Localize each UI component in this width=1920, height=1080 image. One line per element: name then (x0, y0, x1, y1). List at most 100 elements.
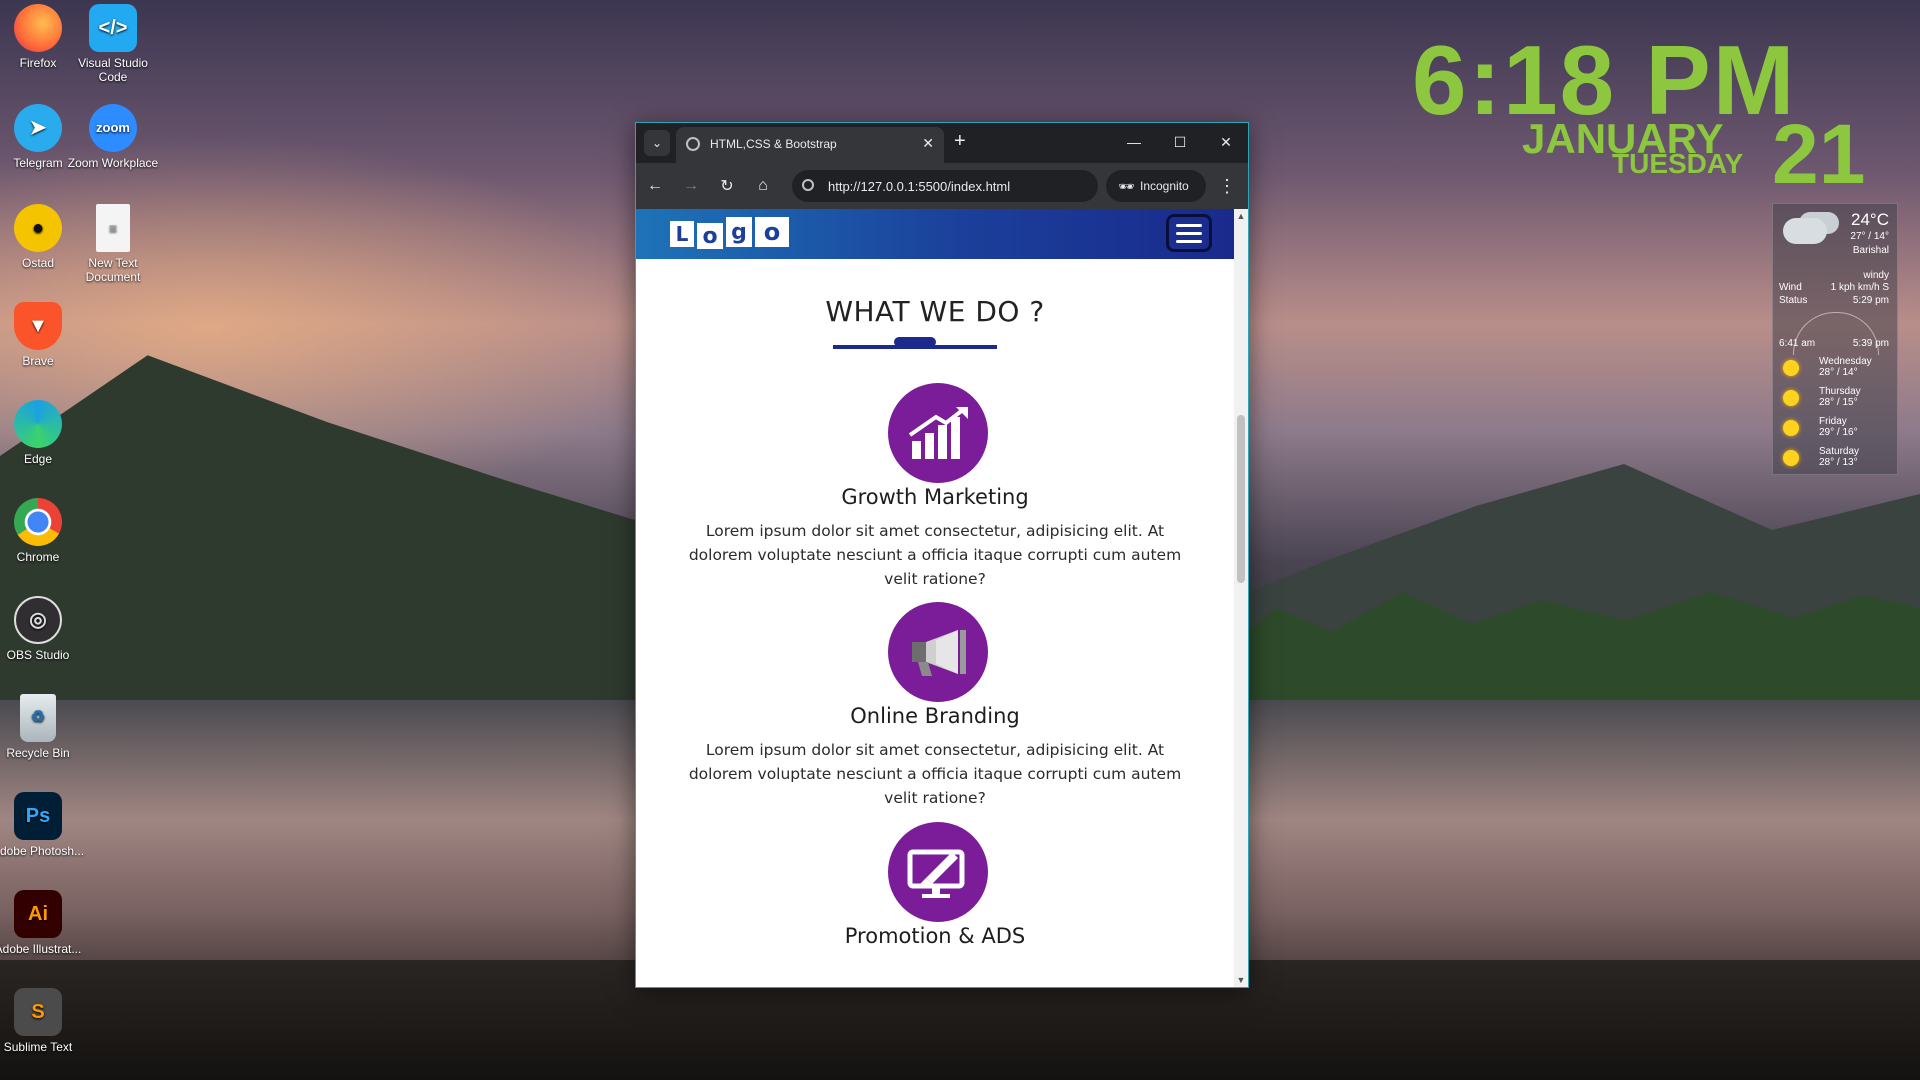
forecast-day: Friday (1819, 416, 1847, 427)
scroll-up-icon[interactable]: ▲ (1234, 209, 1248, 223)
weather-sunset: 5:39 pm (1852, 338, 1889, 349)
globe-icon (686, 137, 700, 151)
forecast-temps: 28° / 14° (1819, 367, 1858, 378)
weather-condition: windy (1863, 270, 1889, 281)
hamburger-icon-bar (1176, 239, 1202, 243)
minimize-button[interactable]: — (1114, 129, 1154, 155)
weather-hilo: 27° / 14° (1850, 231, 1889, 242)
service-description: Lorem ipsum dolor sit amet consectetur, … (688, 522, 1182, 588)
forecast-day: Saturday (1819, 446, 1860, 457)
desktop-icon-recycle-bin[interactable]: ♻ Recycle Bin (0, 694, 86, 760)
forecast-item: Thursday 28° / 15° (1783, 386, 1893, 416)
desktop-icon-chrome[interactable]: Chrome (0, 498, 86, 564)
sublime-icon: S (14, 988, 62, 1036)
browser-toolbar: ← → ↻ ⌂ http://127.0.0.1:5500/index.html… (636, 163, 1248, 209)
reload-button[interactable]: ↻ (714, 173, 740, 199)
clock-date: 21 (1772, 107, 1866, 201)
service-description: Lorem ipsum dolor sit amet consectetur, … (688, 741, 1182, 807)
maximize-button[interactable]: ☐ (1160, 129, 1200, 155)
desktop-icon-illustrator[interactable]: Ai Adobe Illustrat... (0, 890, 86, 956)
browser-window: ⌄ HTML,CSS & Bootstrap ✕ + — ☐ ✕ ← → ↻ ⌂… (635, 122, 1249, 988)
more-vertical-icon: ⋮ (1218, 175, 1236, 196)
hamburger-icon-bar (1176, 231, 1202, 235)
tab-active[interactable]: HTML,CSS & Bootstrap ✕ (676, 127, 944, 163)
forward-button[interactable]: → (678, 173, 704, 199)
desktop-icon-edge[interactable]: Edge (0, 400, 86, 466)
megaphone-icon (888, 602, 988, 702)
close-window-button[interactable]: ✕ (1206, 129, 1246, 155)
illustrator-icon: Ai (14, 890, 62, 938)
desktop-icon-obs[interactable]: ◎ OBS Studio (0, 596, 86, 662)
close-icon: ✕ (1220, 133, 1232, 150)
telegram-icon: ➤ (14, 104, 62, 152)
service-title: Promotion & ADS (844, 924, 1026, 948)
incognito-badge[interactable]: 🕶 Incognito (1106, 170, 1206, 202)
incognito-label: Incognito (1140, 179, 1189, 193)
forecast-item: Saturday 28° / 13° (1783, 446, 1893, 476)
text-document-icon: ≡ (96, 204, 130, 252)
sun-icon (1783, 360, 1799, 376)
service-title: Online Branding (850, 704, 1020, 728)
desktop-icon-text-document[interactable]: ≡ New Text Document (65, 204, 161, 284)
service-title: Growth Marketing (841, 485, 1029, 509)
logo-letter: o (755, 217, 789, 247)
incognito-icon: 🕶 (1118, 179, 1135, 194)
section-title: WHAT WE DO ? (825, 295, 1045, 328)
sun-icon (1783, 420, 1799, 436)
desktop-icon-photoshop[interactable]: Ps Adobe Photosh... (0, 792, 86, 858)
desktop-icon-sublime[interactable]: S Sublime Text (0, 988, 86, 1054)
logo-letter: L (670, 221, 694, 247)
weather-sunrise: 6:41 am (1779, 338, 1816, 349)
new-tab-button[interactable]: + (954, 131, 966, 151)
site-navbar: L o g o (636, 209, 1234, 259)
forecast-day: Wednesday (1819, 356, 1872, 367)
chrome-icon (14, 498, 62, 546)
chevron-down-icon: ⌄ (651, 136, 663, 150)
weather-status-label: Status (1779, 295, 1808, 306)
sun-icon (1783, 390, 1799, 406)
desktop-icon-brave[interactable]: ▼ Brave (0, 302, 86, 368)
address-bar[interactable]: http://127.0.0.1:5500/index.html (792, 170, 1098, 202)
minimize-icon: — (1127, 134, 1141, 150)
title-underline-pill (894, 337, 936, 347)
desktop-icon-vscode[interactable]: </> Visual Studio Code (65, 4, 161, 84)
logo-letter: o (697, 223, 723, 249)
reload-icon: ↻ (720, 178, 734, 195)
growth-chart-icon (888, 383, 988, 483)
recycle-bin-icon: ♻ (20, 694, 56, 742)
obs-icon: ◎ (14, 596, 62, 644)
zoom-icon: zoom (89, 104, 137, 152)
tab-search-button[interactable]: ⌄ (644, 130, 670, 156)
monitor-pen-icon (888, 822, 988, 922)
scroll-down-icon[interactable]: ▼ (1234, 973, 1248, 987)
scrollbar-thumb[interactable] (1237, 415, 1245, 583)
desktop-icon-zoom[interactable]: zoom Zoom Workplace (65, 104, 161, 170)
brave-lion-icon: ▼ (14, 302, 62, 350)
firefox-icon (14, 4, 62, 52)
arrow-left-icon: ← (647, 177, 663, 194)
site-info-icon[interactable] (802, 179, 814, 191)
back-button[interactable]: ← (642, 173, 668, 199)
page-viewport[interactable]: L o g o WHAT WE DO ? Growth Marketing Lo… (636, 209, 1234, 987)
logo-letter: g (726, 217, 752, 247)
weather-wind-label: Wind (1779, 282, 1802, 293)
close-tab-icon[interactable]: ✕ (922, 135, 934, 152)
forecast-temps: 28° / 13° (1819, 457, 1858, 468)
tab-strip: ⌄ HTML,CSS & Bootstrap ✕ + — ☐ ✕ (636, 123, 1248, 163)
cloud-icon (1783, 218, 1827, 244)
home-button[interactable]: ⌂ (750, 173, 776, 199)
browser-menu-button[interactable]: ⋮ (1214, 173, 1240, 199)
vscode-icon: </> (89, 4, 137, 52)
ostad-icon: ● (14, 204, 62, 252)
weather-temp: 24°C (1851, 210, 1889, 229)
edge-icon (14, 400, 62, 448)
forecast-temps: 29° / 16° (1819, 427, 1858, 438)
home-icon: ⌂ (758, 177, 768, 194)
address-url[interactable]: http://127.0.0.1:5500/index.html (828, 179, 1010, 194)
weather-widget[interactable]: 24°C 27° / 14° Barishal windy Wind 1 kph… (1772, 203, 1898, 475)
weather-wind-value: 1 kph km/h S (1830, 282, 1889, 293)
nav-toggle-button[interactable] (1166, 214, 1212, 252)
site-logo[interactable]: L o g o (670, 217, 789, 249)
photoshop-icon: Ps (14, 792, 62, 840)
page-scrollbar[interactable]: ▲ ▼ (1234, 209, 1248, 987)
